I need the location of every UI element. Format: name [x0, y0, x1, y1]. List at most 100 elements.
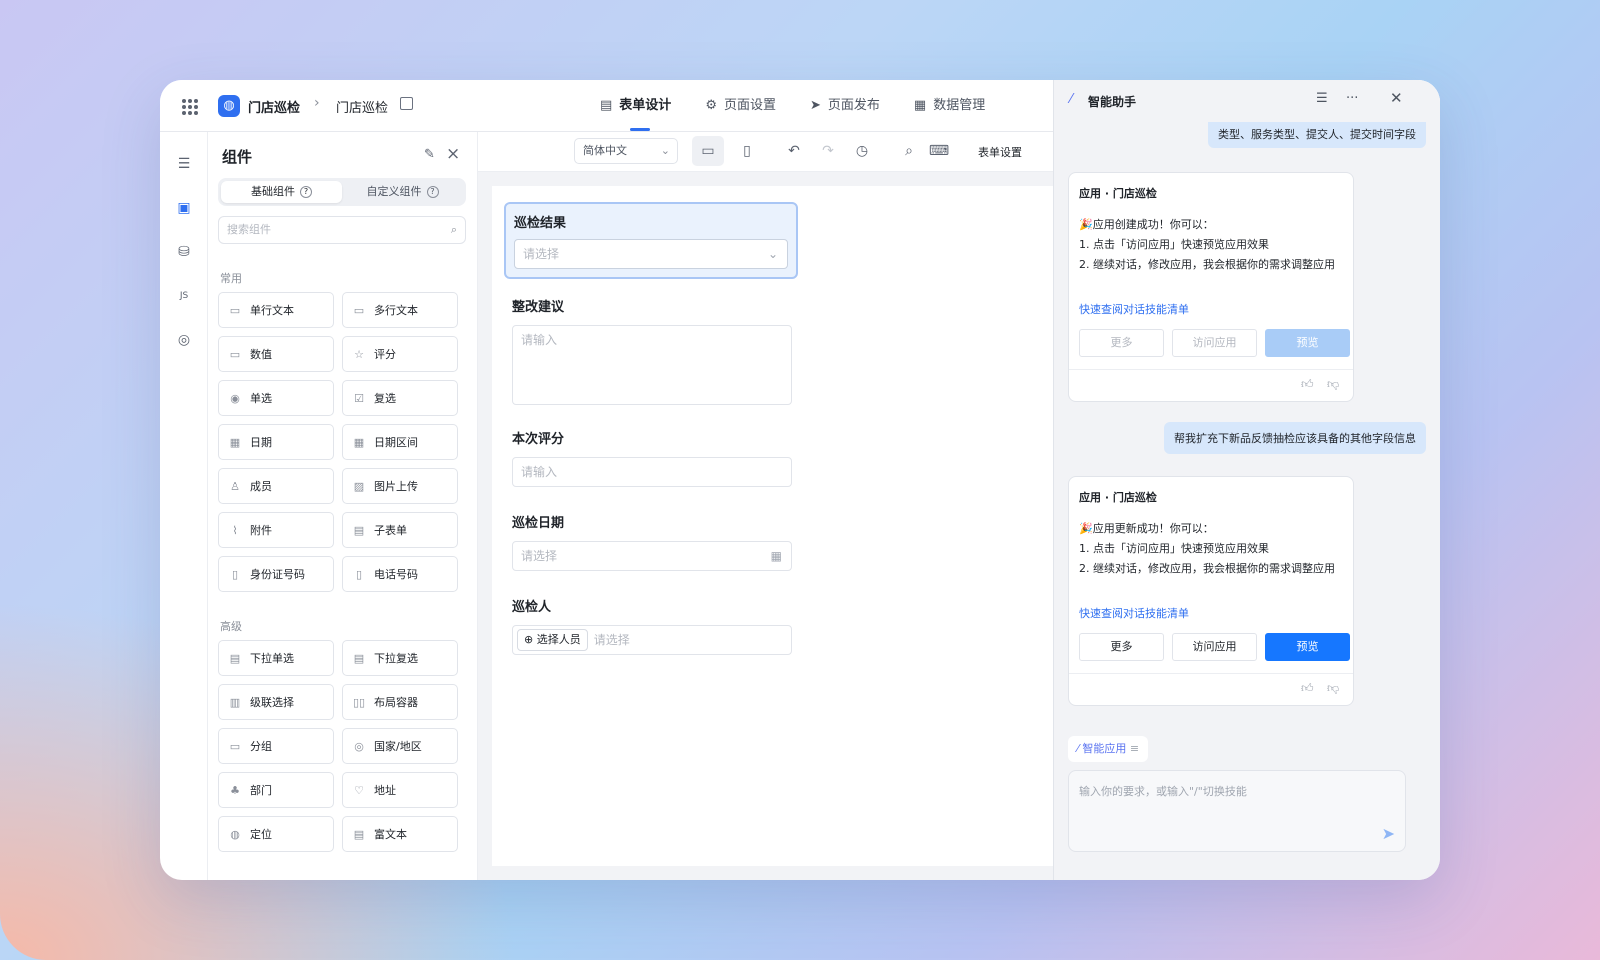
skill-chip-smart-app[interactable]: ⁄ 智能应用 ≡: [1068, 736, 1149, 762]
component-rich-text[interactable]: ▤ 富文本: [342, 816, 458, 852]
component-layout[interactable]: ▯▯ 布局容器: [342, 684, 458, 720]
form-preview: 巡检结果 请选择 ⌄ 整改建议 请输入 本次评分 请输入 巡检日期 请选择 ▦ …: [492, 186, 1053, 866]
more-button[interactable]: 更多: [1079, 329, 1164, 357]
component-country[interactable]: ◎ 国家/地区: [342, 728, 458, 764]
edit-icon[interactable]: [400, 97, 413, 110]
component-cascade[interactable]: ▥ 级联选择: [218, 684, 334, 720]
language-select[interactable]: 简体中文 ⌄: [574, 138, 678, 164]
tab-form-design[interactable]: ▤ 表单设计: [600, 80, 671, 132]
send-icon[interactable]: ➤: [1382, 824, 1395, 843]
app-grid-icon[interactable]: [182, 99, 198, 115]
component-multi-line-text[interactable]: ▭ 多行文本: [342, 292, 458, 328]
thumbs-down-icon[interactable]: 👎︎: [1327, 681, 1339, 696]
component-dropdown-multi[interactable]: ▤ 下拉复选: [342, 640, 458, 676]
breadcrumb-page[interactable]: 门店巡检: [336, 97, 388, 116]
component-number[interactable]: ▭ 数值: [218, 336, 334, 372]
tab-page-settings[interactable]: ⚙ 页面设置: [705, 80, 776, 132]
component-image-upload[interactable]: ▨ 图片上传: [342, 468, 458, 504]
pin-icon[interactable]: ✎: [424, 147, 435, 162]
mobile-view-icon[interactable]: ▯: [736, 140, 758, 162]
preview-button[interactable]: 预览: [1265, 329, 1350, 357]
components-icon[interactable]: ▣: [174, 198, 194, 218]
breadcrumb-app[interactable]: 门店巡检: [248, 97, 300, 116]
seg-basic-components[interactable]: 基础组件?: [221, 181, 342, 203]
calendar-icon: ▦: [353, 435, 365, 449]
component-single-line-text[interactable]: ▭ 单行文本: [218, 292, 334, 328]
assistant-title: 智能助手: [1088, 95, 1137, 109]
component-department[interactable]: ♣ 部门: [218, 772, 334, 808]
more-icon[interactable]: ···: [1346, 91, 1358, 106]
component-rating[interactable]: ☆ 评分: [342, 336, 458, 372]
panel-title: 组件: [222, 148, 253, 166]
date-picker-inspection[interactable]: 请选择 ▦: [512, 541, 792, 571]
dropdown-icon: ▤: [229, 651, 241, 665]
component-date[interactable]: ▦ 日期: [218, 424, 334, 460]
user-message: 类型、服务类型、提交人、提交时间字段: [1208, 122, 1426, 148]
member-picker-inspector[interactable]: ⊕ 选择人员 请选择: [512, 625, 792, 655]
help-icon[interactable]: ?: [300, 186, 312, 198]
tab-data-management[interactable]: ▦ 数据管理: [914, 80, 985, 132]
dropdown-icon: ▤: [353, 651, 365, 665]
component-phone[interactable]: ▯ 电话号码: [342, 556, 458, 592]
select-inspection-result[interactable]: 请选择 ⌄: [514, 239, 788, 269]
thumbs-up-icon[interactable]: 👍︎: [1301, 377, 1314, 392]
desktop-view-icon[interactable]: ▭: [692, 136, 724, 166]
component-dropdown-single[interactable]: ▤ 下拉单选: [218, 640, 334, 676]
select-member-button[interactable]: ⊕ 选择人员: [517, 629, 588, 651]
visit-app-button[interactable]: 访问应用: [1172, 329, 1257, 357]
component-address[interactable]: ♡ 地址: [342, 772, 458, 808]
component-checkbox[interactable]: ☑ 复选: [342, 380, 458, 416]
component-attachment[interactable]: ⌇ 附件: [218, 512, 334, 548]
component-date-range[interactable]: ▦ 日期区间: [342, 424, 458, 460]
database-icon[interactable]: ⛁: [174, 242, 194, 262]
field-inspection-date[interactable]: 巡检日期 请选择 ▦: [512, 512, 792, 571]
star-icon: ☆: [354, 347, 364, 361]
textarea-rectification-advice[interactable]: 请输入: [512, 325, 792, 405]
close-icon[interactable]: ×: [446, 144, 460, 164]
form-canvas: 巡检结果 请选择 ⌄ 整改建议 请输入 本次评分 请输入 巡检日期 请选择 ▦ …: [478, 172, 1053, 880]
seg-custom-components[interactable]: 自定义组件?: [342, 181, 463, 203]
component-radio[interactable]: ◉ 单选: [218, 380, 334, 416]
field-score[interactable]: 本次评分 请输入: [512, 428, 792, 487]
history-icon[interactable]: ☰: [1316, 91, 1328, 106]
component-id-number[interactable]: ▯ 身份证号码: [218, 556, 334, 592]
js-icon[interactable]: JS: [174, 286, 194, 306]
undo-icon[interactable]: ↶: [783, 140, 805, 162]
keyboard-icon[interactable]: ⌨: [928, 140, 950, 162]
tab-page-publish[interactable]: ➤ 页面发布: [810, 80, 880, 132]
component-group[interactable]: ▭ 分组: [218, 728, 334, 764]
thumbs-up-icon[interactable]: 👍︎: [1301, 681, 1314, 696]
document-icon: ▤: [600, 98, 613, 113]
component-search-input[interactable]: 搜索组件 ⌕: [218, 216, 466, 244]
chevron-down-icon: ⌄: [660, 144, 670, 157]
preview-button[interactable]: 预览: [1265, 633, 1350, 661]
visit-app-button[interactable]: 访问应用: [1172, 633, 1257, 661]
close-icon[interactable]: ✕: [1390, 89, 1403, 107]
search-icon: ⌕: [450, 223, 457, 236]
calendar-icon: ▦: [229, 435, 241, 449]
component-member[interactable]: ♙ 成员: [218, 468, 334, 504]
redo-icon[interactable]: ↷: [817, 140, 839, 162]
app-window: ◍ 门店巡检 › 门店巡检 ▤ 表单设计 ⚙ 页面设置 ➤ 页面发布 ▦ 数据管…: [160, 80, 1440, 880]
history-icon[interactable]: ◷: [851, 140, 873, 162]
component-subform[interactable]: ▤ 子表单: [342, 512, 458, 548]
columns-icon: ▯▯: [352, 695, 366, 709]
help-icon[interactable]: ?: [426, 186, 439, 198]
search-icon[interactable]: ⌕: [898, 140, 920, 162]
more-button[interactable]: 更多: [1079, 633, 1164, 661]
skill-list-link[interactable]: 快速查阅对话技能清单: [1079, 301, 1189, 317]
field-rectification-advice[interactable]: 整改建议 请输入: [512, 296, 792, 405]
component-location[interactable]: ◍ 定位: [218, 816, 334, 852]
assistant-reply-card: 应用 · 门店巡检 🎉应用创建成功！你可以： 1. 点击「访问应用」快速预览应用…: [1068, 172, 1354, 402]
chat-input[interactable]: 输入你的要求，或输入"/"切换技能 ➤: [1068, 770, 1406, 852]
globe-icon[interactable]: ◎: [174, 330, 194, 350]
input-score[interactable]: 请输入: [512, 457, 792, 487]
field-inspector[interactable]: 巡检人 ⊕ 选择人员 请选择: [512, 596, 792, 655]
field-inspection-result[interactable]: 巡检结果 请选择 ⌄: [504, 202, 798, 279]
thumbs-down-icon[interactable]: 👎︎: [1327, 377, 1339, 392]
form-settings-button[interactable]: 表单设置: [978, 144, 1022, 160]
skill-list-link[interactable]: 快速查阅对话技能清单: [1079, 605, 1189, 621]
outline-icon[interactable]: ☰: [174, 154, 194, 174]
component-panel: 组件 ✎ × 基础组件? 自定义组件? 搜索组件 ⌕ 常用 ▭ 单行文本 ▭ 多行文…: [208, 132, 478, 880]
ai-assistant-panel: ⁄ 智能助手 ☰ ··· ✕ 类型、服务类型、提交人、提交时间字段 应用 · 门…: [1053, 80, 1440, 880]
